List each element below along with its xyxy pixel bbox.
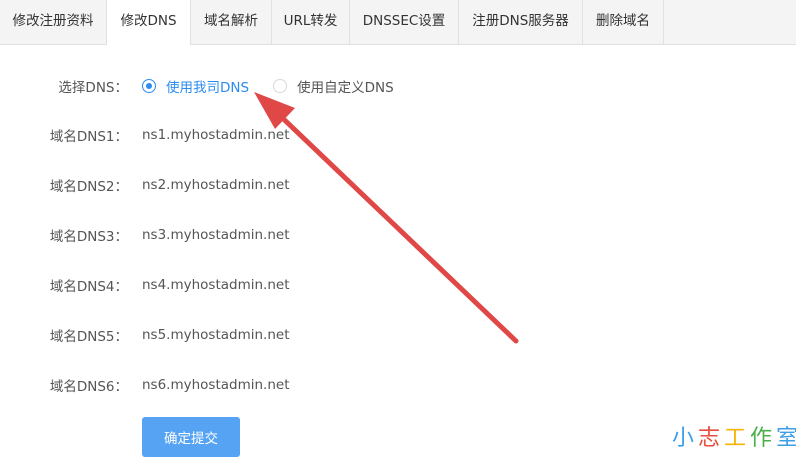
- tab-bar: 修改注册资料 修改DNS 域名解析 URL转发 DNSSEC设置 注册DNS服务…: [0, 0, 796, 46]
- dns1-label: 域名DNS1：: [49, 129, 128, 145]
- dns-radio-group: 使用我司DNS 使用自定义DNS: [142, 76, 418, 96]
- dns-server-row-4: 域名DNS4： ns4.myhostadmin.net: [0, 273, 290, 297]
- tab-register-dns-server[interactable]: 注册DNS服务器: [459, 0, 583, 45]
- dns6-value: ns6.myhostadmin.net: [142, 377, 290, 393]
- dns3-label: 域名DNS3：: [49, 229, 128, 245]
- submit-button[interactable]: 确定提交: [142, 417, 240, 457]
- dns-settings-page: 修改注册资料 修改DNS 域名解析 URL转发 DNSSEC设置 注册DNS服务…: [0, 0, 796, 461]
- tab-dnssec-settings[interactable]: DNSSEC设置: [350, 0, 459, 45]
- radio-custom-dns-label[interactable]: 使用自定义DNS: [297, 76, 394, 96]
- watermark-char-5: 室: [776, 426, 796, 451]
- dns-server-row-2: 域名DNS2： ns2.myhostadmin.net: [0, 173, 290, 197]
- tab-url-forwarding[interactable]: URL转发: [272, 0, 350, 45]
- dns4-value: ns4.myhostadmin.net: [142, 277, 290, 293]
- watermark-char-4: 作: [750, 426, 777, 451]
- dns4-label: 域名DNS4：: [49, 279, 128, 295]
- tab-domain-resolution[interactable]: 域名解析: [191, 0, 272, 45]
- dns5-value: ns5.myhostadmin.net: [142, 327, 290, 343]
- dns2-label: 域名DNS2：: [49, 179, 128, 195]
- dns5-label: 域名DNS5：: [49, 329, 128, 345]
- radio-option-our-dns[interactable]: 使用我司DNS: [142, 76, 249, 96]
- dns-server-row-1: 域名DNS1： ns1.myhostadmin.net: [0, 123, 290, 147]
- dns-server-row-3: 域名DNS3： ns3.myhostadmin.net: [0, 223, 290, 247]
- watermark-char-2: 志: [698, 426, 725, 451]
- tab-bar-filler: [664, 0, 796, 44]
- dns1-value: ns1.myhostadmin.net: [142, 127, 290, 143]
- tab-edit-registration[interactable]: 修改注册资料: [0, 0, 107, 45]
- dns-server-row-5: 域名DNS5： ns5.myhostadmin.net: [0, 323, 290, 347]
- watermark-logo: 小志工作室: [672, 420, 796, 452]
- dns6-label: 域名DNS6：: [49, 379, 128, 395]
- dns3-value: ns3.myhostadmin.net: [142, 227, 290, 243]
- dns-server-row-6: 域名DNS6： ns6.myhostadmin.net: [0, 373, 290, 397]
- radio-our-dns[interactable]: [142, 79, 156, 93]
- radio-option-custom-dns[interactable]: 使用自定义DNS: [273, 76, 394, 96]
- watermark-char-1: 小: [672, 426, 699, 451]
- dns-select-row: 选择DNS： 使用我司DNS 使用自定义DNS: [0, 74, 418, 98]
- tab-edit-dns[interactable]: 修改DNS: [107, 0, 191, 46]
- dns2-value: ns2.myhostadmin.net: [142, 177, 290, 193]
- radio-our-dns-label[interactable]: 使用我司DNS: [166, 76, 249, 96]
- dns-select-label: 选择DNS：: [58, 80, 128, 96]
- radio-custom-dns[interactable]: [273, 79, 288, 93]
- tab-delete-domain[interactable]: 删除域名: [583, 0, 664, 45]
- watermark-char-3: 工: [724, 426, 751, 451]
